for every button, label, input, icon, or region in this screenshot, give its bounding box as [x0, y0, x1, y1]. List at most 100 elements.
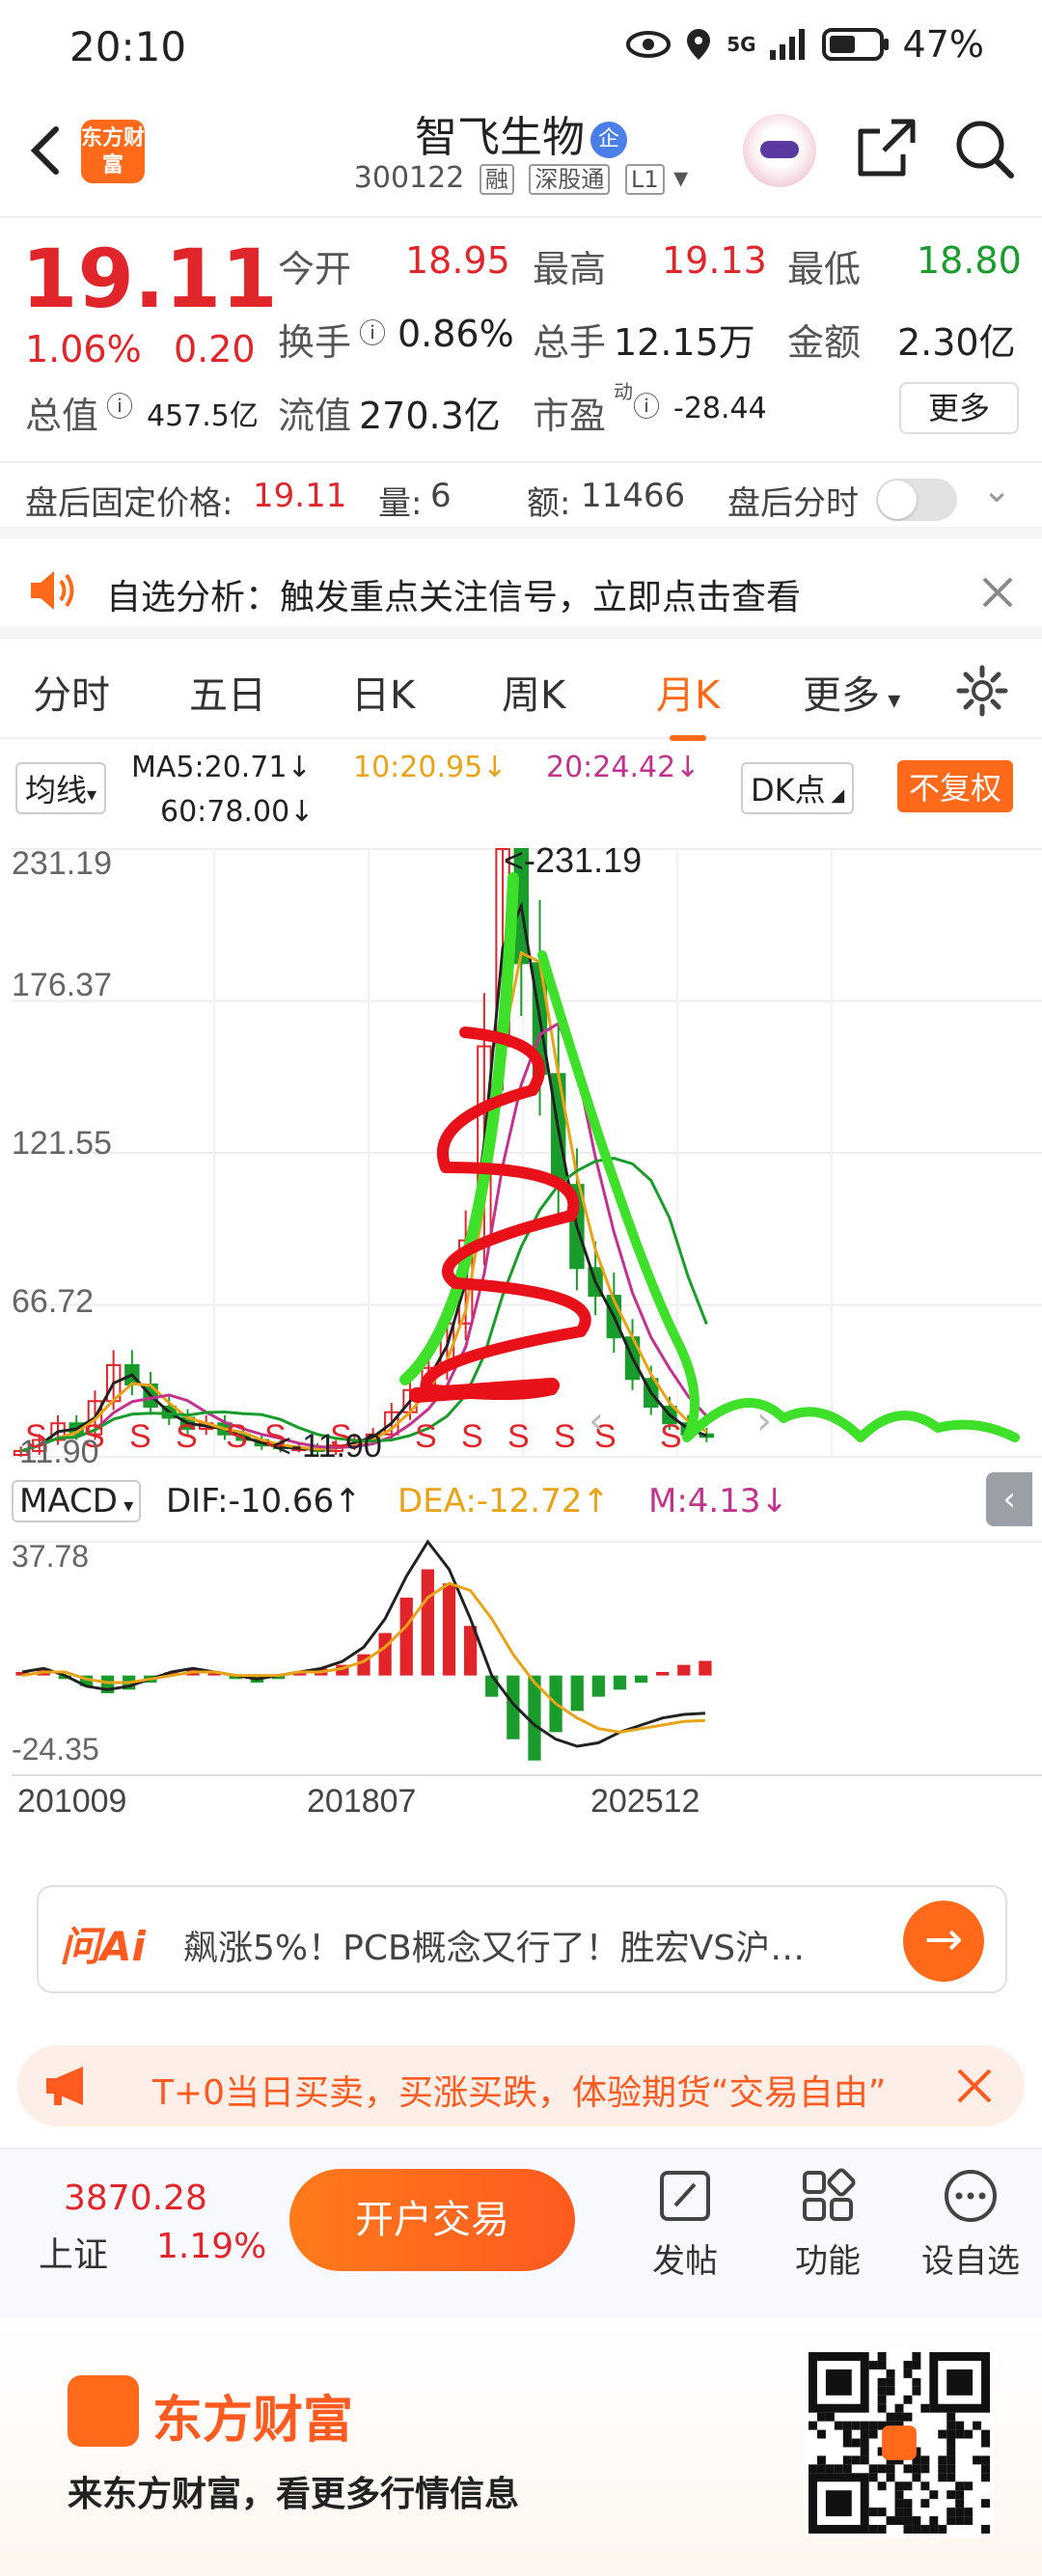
qr-module — [851, 2421, 861, 2430]
expand-panel-icon[interactable]: ‹ — [986, 1472, 1032, 1526]
tab-daily-k[interactable]: 日K — [351, 664, 415, 720]
dk-selector[interactable]: DK点 ◢ — [741, 762, 855, 814]
ai-search-bar[interactable]: 问Ai 飙涨5%！PCB概念又行了！胜宏VS沪… → — [37, 1885, 1007, 1993]
qr-module — [860, 2447, 869, 2456]
tab-monthly-k[interactable]: 月K — [656, 664, 720, 741]
chevron-down-icon[interactable]: ▾ — [673, 161, 688, 195]
kline-chart[interactable]: SSSSSSSSSSSSS 231.19 176.37 121.55 66.72… — [12, 839, 1042, 1466]
qr-module — [886, 2369, 895, 2378]
qr-module — [920, 2481, 930, 2491]
qr-module — [946, 2447, 956, 2456]
more-button[interactable]: 更多 — [899, 382, 1019, 434]
dif-line — [21, 1539, 705, 1748]
qr-module — [938, 2473, 947, 2482]
signal-banner[interactable]: 自选分析：触发重点关注信号，立即点击查看 — [0, 546, 1042, 639]
battery-icon — [821, 28, 889, 61]
qr-module — [868, 2464, 878, 2474]
qr-module — [894, 2490, 904, 2500]
qr-module — [946, 2455, 956, 2465]
y-tick-5: 11.90 — [19, 1434, 99, 1466]
qr-module — [816, 2429, 826, 2439]
grid-icon — [803, 2168, 856, 2221]
after-price-label: 盘后固定价格: — [25, 484, 233, 523]
chevron-right-icon[interactable]: › — [756, 1399, 772, 1443]
qr-module — [938, 2429, 947, 2439]
close-icon[interactable] — [980, 575, 1015, 610]
ma-line — [20, 950, 708, 1453]
macd-lines — [21, 1539, 705, 1748]
post-label: 发帖 — [652, 2242, 718, 2281]
qr-module — [946, 2429, 956, 2439]
macd-dif: DIF:-10.66↑ — [166, 1482, 362, 1521]
qr-module — [825, 2464, 835, 2474]
after-price: 19.11 — [253, 477, 347, 515]
qr-module — [946, 2412, 956, 2422]
tab-five-day[interactable]: 五日 — [189, 664, 266, 720]
macd-histogram — [15, 1569, 712, 1761]
add-watchlist-button[interactable]: 设自选 — [913, 2167, 1028, 2282]
qr-module — [903, 2369, 913, 2378]
qr-module — [851, 2455, 861, 2465]
macd-selector-label: MACD — [19, 1482, 118, 1521]
low-value: 18.80 — [917, 239, 1022, 282]
float-value: 270.3亿 — [359, 395, 501, 437]
qr-module — [955, 2429, 965, 2439]
macd-bar — [699, 1660, 712, 1676]
ma-selector[interactable]: 均线▾ — [15, 762, 107, 814]
info-icon[interactable]: ⓘ — [633, 386, 660, 425]
function-button[interactable]: 功能 — [770, 2167, 886, 2282]
macd-bar — [421, 1569, 434, 1676]
qr-module — [842, 2438, 852, 2448]
close-icon[interactable] — [955, 2067, 994, 2105]
qr-module — [834, 2421, 843, 2430]
qr-module — [912, 2377, 921, 2387]
volume-label: 总手 — [533, 321, 607, 364]
adjust-button[interactable]: 不复权 — [897, 760, 1014, 812]
qr-module — [877, 2377, 887, 2387]
macd-chart[interactable]: 37.78 -24.35 201009 201807 202512 — [12, 1532, 1042, 1822]
share-icon[interactable] — [853, 116, 919, 181]
high-label: 最高 — [533, 248, 607, 290]
index-value[interactable]: 3870.28 — [64, 2179, 207, 2218]
chevron-down-icon[interactable]: ⌄ — [982, 471, 1011, 510]
more-dots-icon — [945, 2170, 997, 2222]
arrow-right-icon[interactable]: → — [903, 1901, 984, 1982]
info-icon[interactable]: ⓘ — [106, 386, 133, 425]
amount-value: 2.30亿 — [897, 321, 1016, 364]
qr-module — [877, 2507, 887, 2517]
qr-finder — [825, 2369, 852, 2396]
ai-assistant-avatar[interactable] — [743, 114, 816, 187]
qr-module — [973, 2455, 982, 2465]
qr-module — [973, 2421, 982, 2430]
after-timeshare-toggle[interactable] — [876, 479, 957, 521]
edit-icon — [660, 2171, 710, 2221]
macd-dea: DEA:-12.72↑ — [398, 1482, 610, 1521]
chevron-left-icon[interactable]: ‹ — [589, 1399, 604, 1443]
signal-marker: S — [129, 1418, 151, 1455]
open-account-button[interactable]: 开户交易 — [289, 2169, 575, 2271]
change-percent: 1.06% — [25, 328, 142, 370]
promo-banner[interactable]: T+0当日买卖，买涨买跌，体验期货“交易自由” — [17, 2045, 1025, 2126]
tab-timeshare[interactable]: 分时 — [33, 664, 110, 720]
info-icon[interactable]: ⓘ — [359, 313, 386, 351]
qr-module — [964, 2516, 973, 2526]
tab-weekly-k[interactable]: 周K — [502, 664, 565, 720]
gear-icon[interactable] — [955, 664, 1009, 718]
tab-more[interactable]: 更多 ▾ — [803, 664, 900, 720]
amount-label: 金额 — [787, 321, 862, 364]
qr-module — [912, 2464, 921, 2474]
qr-module — [981, 2455, 990, 2465]
search-icon[interactable] — [951, 116, 1017, 181]
macd-selector[interactable]: MACD ▾ — [12, 1480, 142, 1522]
stock-header: 东方财富 智飞生物企 300122 融 深股通 L1 ▾ — [0, 93, 1042, 218]
y-tick-3: 121.55 — [12, 1125, 112, 1162]
qr-module — [816, 2412, 826, 2422]
qr-module — [877, 2525, 887, 2534]
qr-module — [886, 2386, 895, 2396]
post-button[interactable]: 发帖 — [627, 2167, 743, 2282]
mcap-label: 总值 — [25, 395, 99, 437]
qr-module — [903, 2525, 913, 2534]
function-label: 功能 — [795, 2242, 861, 2281]
x-tick-1: 201009 — [17, 1783, 126, 1820]
status-icons: 5G 47% — [626, 23, 984, 66]
